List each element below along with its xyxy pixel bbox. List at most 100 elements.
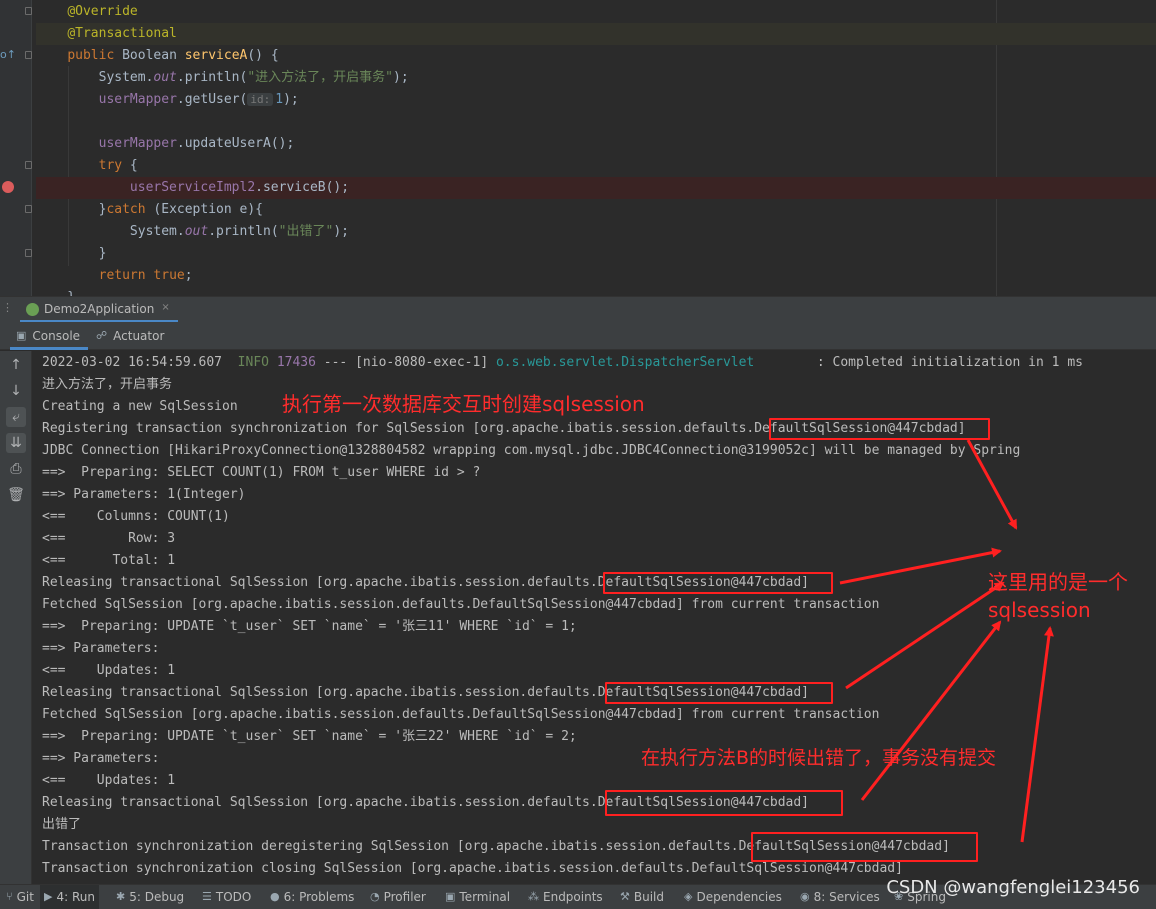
dependencies-icon: ◈	[684, 890, 693, 903]
console-line: ==> Parameters:	[42, 641, 168, 656]
code-line[interactable]: userMapper.updateUserA();	[36, 133, 1156, 155]
console-line: <== Columns: COUNT(1)	[42, 509, 230, 524]
terminal-icon: ▣	[445, 890, 456, 903]
hammer-icon: ⚒	[620, 890, 630, 903]
console-line: <== Row: 3	[42, 531, 176, 546]
console-line: ==> Preparing: SELECT COUNT(1) FROM t_us…	[42, 465, 481, 480]
tab-actuator-label: Actuator	[113, 329, 165, 343]
toolwindow-build[interactable]: ⚒ Build	[616, 885, 668, 909]
tab-console-label: Console	[32, 329, 81, 343]
bug-icon: ✱	[116, 890, 126, 903]
console-line: Transaction synchronization closing SqlS…	[42, 861, 903, 876]
code-editor[interactable]: o↑ @Override @Transactional public Boole…	[0, 0, 1156, 296]
toolwindow-todo[interactable]: ☰ TODO	[198, 885, 255, 909]
console-line: Fetched SqlSession [org.apache.ibatis.se…	[42, 597, 880, 612]
toolwindow-label: Endpoints	[543, 890, 603, 904]
toolwindow-dependencies[interactable]: ◈ Dependencies	[680, 885, 786, 909]
fold-marker[interactable]	[25, 249, 32, 257]
override-gutter-icon[interactable]: o↑	[0, 48, 16, 61]
annotation-same-session-line1: 这里用的是一个	[988, 570, 1128, 594]
console-line: Releasing transactional SqlSession [org.…	[42, 795, 810, 810]
up-arrow-icon[interactable]: ↑	[6, 355, 26, 375]
branch-icon: ⑂	[6, 890, 13, 903]
actuator-icon: ☍	[96, 329, 108, 342]
toolwindow-problems[interactable]: ● 6: Problems	[266, 885, 358, 909]
options-icon[interactable]: ⋮	[2, 301, 13, 314]
code-line[interactable]: userServiceImpl2.serviceB();	[36, 177, 1156, 199]
toolwindow-run[interactable]: ▶ 4: Run	[40, 885, 99, 909]
breakpoint-icon[interactable]	[2, 181, 14, 193]
console-line: Creating a new SqlSession	[42, 399, 238, 414]
tab-console[interactable]: ▣ Console	[10, 322, 88, 350]
code-line[interactable]: }catch (Exception e){	[36, 199, 1156, 221]
code-line[interactable]: System.out.println("出错了");	[36, 221, 1156, 243]
list-icon: ☰	[202, 890, 212, 903]
code-line[interactable]	[36, 111, 1156, 133]
warning-icon: ●	[270, 890, 280, 903]
spring-app-icon	[26, 303, 39, 316]
console-line: ==> Preparing: UPDATE `t_user` SET `name…	[42, 619, 577, 634]
down-arrow-icon[interactable]: ↓	[6, 381, 26, 401]
profiler-icon: ◔	[370, 890, 380, 903]
tab-actuator[interactable]: ☍ Actuator	[96, 322, 164, 350]
code-line[interactable]: return true;	[36, 265, 1156, 287]
fold-marker[interactable]	[25, 7, 32, 15]
console-line: Fetched SqlSession [org.apache.ibatis.se…	[42, 707, 880, 722]
code-line[interactable]: }	[36, 287, 1156, 296]
toolwindow-label: Terminal	[459, 890, 511, 904]
close-icon[interactable]: ×	[161, 302, 169, 313]
soft-wrap-icon[interactable]: ⤶	[6, 407, 26, 427]
fold-marker[interactable]	[25, 161, 32, 169]
toolwindow-git[interactable]: ⑂ Git	[2, 885, 38, 909]
trash-icon[interactable]: 🗑	[6, 485, 26, 505]
code-line[interactable]: @Override	[36, 1, 1156, 23]
console-line: <== Total: 1	[42, 553, 176, 568]
toolwindow-label: 4: Run	[56, 890, 95, 904]
annotation-same-session: 这里用的是一个 sqlsession	[988, 568, 1128, 624]
console-icon: ▣	[16, 329, 27, 342]
console-line: Transaction synchronization deregisterin…	[42, 839, 950, 854]
console-line: JDBC Connection [HikariProxyConnection@1…	[42, 443, 1021, 458]
console-line: Registering transaction synchronization …	[42, 421, 966, 436]
endpoints-icon: ⁂	[528, 890, 539, 903]
services-icon: ◉	[800, 890, 810, 903]
fold-marker[interactable]	[25, 51, 32, 59]
console-line: 出错了	[42, 817, 82, 832]
code-line[interactable]: System.out.println("进入方法了，开启事务");	[36, 67, 1156, 89]
scroll-to-end-icon[interactable]: ⇊	[6, 433, 26, 453]
console-line: <== Updates: 1	[42, 663, 176, 678]
console-toolbar: ↑ ↓ ⤶ ⇊ ⎙ 🗑	[0, 351, 32, 884]
toolwindow-endpoints[interactable]: ⁂ Endpoints	[524, 885, 607, 909]
toolwindow-label: 6: Problems	[283, 890, 355, 904]
console-line: 2022-03-02 16:54:59.607 INFO 17436 --- […	[42, 355, 1083, 370]
console-line: <== Updates: 1	[42, 773, 176, 788]
fold-marker[interactable]	[25, 205, 32, 213]
toolwindow-label: 5: Debug	[129, 890, 185, 904]
code-line[interactable]: public Boolean serviceA() {	[36, 45, 1156, 67]
console-line: 进入方法了，开启事务	[42, 377, 173, 392]
code-line[interactable]: }	[36, 243, 1156, 265]
annotation-create-session: 执行第一次数据库交互时创建sqlsession	[282, 392, 645, 416]
console-line: Releasing transactional SqlSession [org.…	[42, 575, 810, 590]
run-tool-window-header: ⋮ Demo2Application ×	[0, 296, 1156, 323]
toolwindow-label: 8: Services	[813, 890, 880, 904]
console-line: ==> Parameters: 1(Integer)	[42, 487, 246, 502]
print-icon[interactable]: ⎙	[6, 459, 26, 479]
toolwindow-debug[interactable]: ✱ 5: Debug	[112, 885, 188, 909]
run-config-label: Demo2Application	[44, 302, 155, 316]
code-line[interactable]: @Transactional	[36, 23, 1156, 45]
toolwindow-terminal[interactable]: ▣ Terminal	[441, 885, 514, 909]
annotation-same-session-line2: sqlsession	[988, 598, 1091, 622]
console-line: ==> Preparing: UPDATE `t_user` SET `name…	[42, 729, 577, 744]
toolwindow-label: Git	[16, 890, 34, 904]
editor-gutter[interactable]: o↑	[0, 0, 32, 296]
toolwindow-profiler[interactable]: ◔ Profiler	[366, 885, 430, 909]
run-subtabs: ▣ Console ☍ Actuator	[0, 322, 1156, 350]
console-line: Releasing transactional SqlSession [org.…	[42, 685, 810, 700]
run-config-tab[interactable]: Demo2Application ×	[20, 297, 178, 323]
code-line[interactable]: try {	[36, 155, 1156, 177]
toolwindow-services[interactable]: ◉ 8: Services	[796, 885, 884, 909]
code-line[interactable]: userMapper.getUser(id: 1);	[36, 89, 1156, 111]
watermark: CSDN @wangfenglei123456	[886, 877, 1140, 898]
run-icon: ▶	[44, 890, 53, 903]
